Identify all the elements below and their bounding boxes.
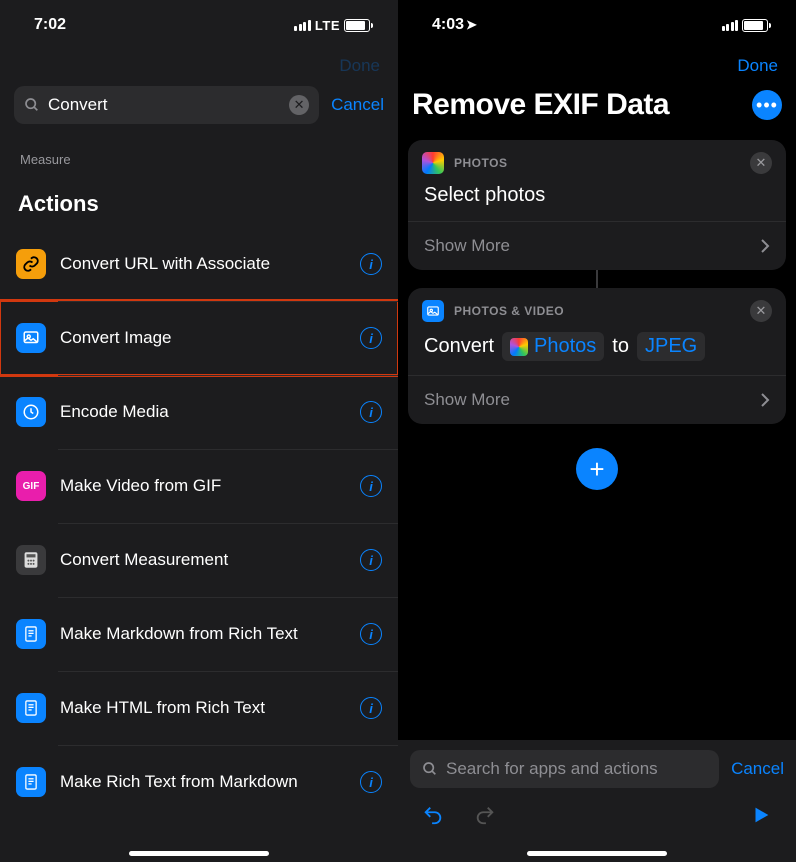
battery-icon bbox=[742, 19, 768, 32]
action-markdown-from-rich[interactable]: Make Markdown from Rich Text i bbox=[0, 597, 398, 671]
search-placeholder: Search for apps and actions bbox=[446, 759, 658, 779]
info-icon[interactable]: i bbox=[360, 475, 382, 497]
param-jpeg[interactable]: JPEG bbox=[637, 332, 705, 361]
card-body[interactable]: Select photos bbox=[408, 180, 786, 221]
doc-icon bbox=[16, 619, 46, 649]
action-html-from-rich[interactable]: Make HTML from Rich Text i bbox=[0, 671, 398, 745]
redo-icon[interactable] bbox=[474, 804, 496, 826]
photos-app-icon bbox=[510, 338, 528, 356]
search-icon bbox=[24, 97, 40, 113]
action-label: Convert URL with Associate bbox=[60, 254, 360, 274]
info-icon[interactable]: i bbox=[360, 253, 382, 275]
done-button[interactable]: Done bbox=[398, 50, 796, 78]
done-button[interactable]: Done bbox=[0, 50, 398, 78]
add-action-button[interactable]: + bbox=[576, 448, 618, 490]
network-label: LTE bbox=[315, 18, 340, 33]
undo-icon[interactable] bbox=[422, 804, 444, 826]
status-time: 4:03➤ bbox=[432, 16, 477, 34]
search-icon bbox=[422, 761, 438, 777]
clock-icon bbox=[16, 397, 46, 427]
action-label: Convert Image bbox=[60, 328, 360, 348]
action-convert-image[interactable]: Convert Image i bbox=[0, 301, 398, 375]
run-button[interactable] bbox=[750, 804, 772, 826]
location-icon: ➤ bbox=[466, 17, 477, 32]
actions-scroll: Measure Actions Convert URL with Associa… bbox=[0, 134, 398, 862]
card-category: PHOTOS bbox=[454, 156, 507, 170]
link-icon bbox=[16, 249, 46, 279]
action-label: Make HTML from Rich Text bbox=[60, 698, 360, 718]
action-card-convert-image: PHOTOS & VIDEO ✕ Convert Photos to JPEG … bbox=[408, 288, 786, 424]
action-label: Make Rich Text from Markdown bbox=[60, 772, 360, 792]
calculator-icon bbox=[16, 545, 46, 575]
info-icon[interactable]: i bbox=[360, 401, 382, 423]
section-title: Actions bbox=[0, 191, 398, 227]
param-photos[interactable]: Photos bbox=[502, 332, 604, 361]
card-body[interactable]: Convert Photos to JPEG bbox=[408, 328, 786, 375]
action-rich-from-markdown[interactable]: Make Rich Text from Markdown i bbox=[0, 745, 398, 819]
signal-icon bbox=[294, 20, 311, 31]
action-list: Convert URL with Associate i Convert Ima… bbox=[0, 227, 398, 819]
action-label: Encode Media bbox=[60, 402, 360, 422]
search-field[interactable]: ✕ bbox=[14, 86, 319, 124]
info-icon[interactable]: i bbox=[360, 327, 382, 349]
action-make-video-gif[interactable]: GIF Make Video from GIF i bbox=[0, 449, 398, 523]
page-title: Remove EXIF Data bbox=[412, 88, 669, 122]
action-encode-media[interactable]: Encode Media i bbox=[0, 375, 398, 449]
card-category: PHOTOS & VIDEO bbox=[454, 304, 564, 318]
action-convert-url[interactable]: Convert URL with Associate i bbox=[0, 227, 398, 301]
info-icon[interactable]: i bbox=[360, 623, 382, 645]
status-time: 7:02 bbox=[34, 16, 66, 34]
action-convert-measurement[interactable]: Convert Measurement i bbox=[0, 523, 398, 597]
close-icon[interactable]: ✕ bbox=[750, 300, 772, 322]
clear-icon[interactable]: ✕ bbox=[289, 95, 309, 115]
info-icon[interactable]: i bbox=[360, 697, 382, 719]
photos-app-icon bbox=[422, 152, 444, 174]
signal-icon bbox=[722, 20, 739, 31]
cancel-button[interactable]: Cancel bbox=[731, 759, 784, 779]
to-text: to bbox=[612, 335, 629, 358]
toolbar bbox=[410, 788, 784, 826]
status-right: LTE bbox=[294, 18, 370, 33]
cancel-button[interactable]: Cancel bbox=[331, 95, 384, 115]
battery-icon bbox=[344, 19, 370, 32]
action-card-select-photos: PHOTOS ✕ Select photos Show More bbox=[408, 140, 786, 270]
search-field[interactable]: Search for apps and actions bbox=[410, 750, 719, 788]
gif-icon: GIF bbox=[16, 471, 46, 501]
show-more-label: Show More bbox=[424, 236, 510, 256]
show-more-row[interactable]: Show More bbox=[408, 375, 786, 424]
flow-connector bbox=[596, 270, 598, 288]
search-row: ✕ Cancel bbox=[0, 78, 398, 134]
action-label: Convert Measurement bbox=[60, 550, 360, 570]
home-indicator[interactable] bbox=[527, 851, 667, 856]
status-right bbox=[722, 19, 769, 32]
show-more-label: Show More bbox=[424, 390, 510, 410]
show-more-row[interactable]: Show More bbox=[408, 221, 786, 270]
doc-icon bbox=[16, 693, 46, 723]
more-button[interactable]: ••• bbox=[752, 90, 782, 120]
convert-prefix: Convert bbox=[424, 335, 494, 358]
chevron-right-icon bbox=[760, 238, 770, 254]
doc-icon bbox=[16, 767, 46, 797]
info-icon[interactable]: i bbox=[360, 771, 382, 793]
sub-label: Measure bbox=[0, 134, 398, 191]
action-label: Make Markdown from Rich Text bbox=[60, 624, 360, 644]
search-input[interactable] bbox=[48, 95, 281, 115]
close-icon[interactable]: ✕ bbox=[750, 152, 772, 174]
info-icon[interactable]: i bbox=[360, 549, 382, 571]
image-icon bbox=[16, 323, 46, 353]
status-bar: 4:03➤ bbox=[398, 0, 796, 50]
left-screen: 7:02 LTE Done ✕ Cancel Measure Actions C… bbox=[0, 0, 398, 862]
photos-video-icon bbox=[422, 300, 444, 322]
chevron-right-icon bbox=[760, 392, 770, 408]
status-bar: 7:02 LTE bbox=[0, 0, 398, 50]
action-label: Make Video from GIF bbox=[60, 476, 360, 496]
bottom-panel: Search for apps and actions Cancel bbox=[398, 740, 796, 862]
home-indicator[interactable] bbox=[129, 851, 269, 856]
right-screen: 4:03➤ Done Remove EXIF Data ••• PHOTOS ✕… bbox=[398, 0, 796, 862]
page-header: Remove EXIF Data ••• bbox=[398, 78, 796, 140]
